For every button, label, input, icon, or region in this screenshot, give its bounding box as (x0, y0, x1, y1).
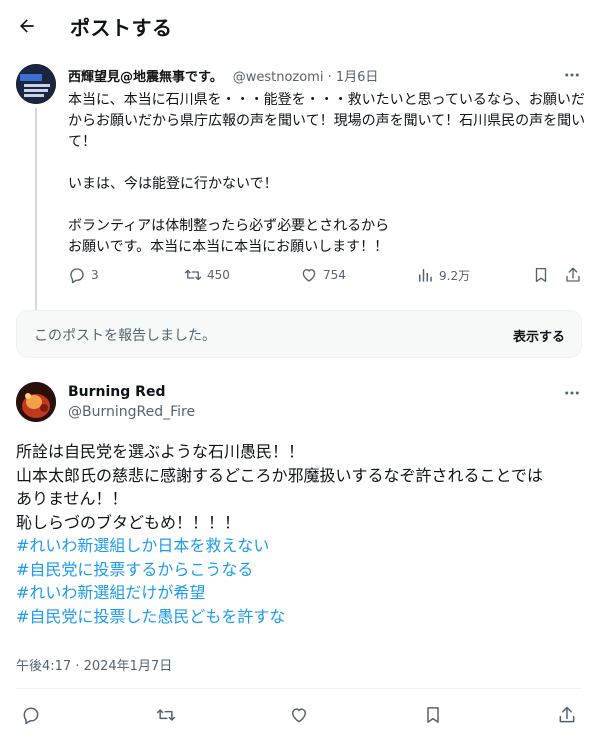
author-handle[interactable]: @westnozomi · 1月6日 (233, 66, 379, 85)
share-icon (566, 267, 580, 282)
reported-notice: このポストを報告しました。 表示する (16, 310, 582, 358)
show-button[interactable]: 表示する (513, 326, 565, 345)
views-count: 9.2万 (439, 268, 471, 283)
post-timestamp[interactable]: 午後4:17 · 2024年1月7日 (16, 655, 172, 674)
author-name[interactable]: Burning Red (68, 384, 165, 400)
share-icon (559, 706, 575, 723)
page-title: ポストする (70, 16, 173, 40)
bookmark-button[interactable] (532, 266, 550, 284)
repost-count: 450 (207, 268, 230, 282)
avatar[interactable] (16, 382, 56, 422)
notice-text: このポストを報告しました。 (34, 328, 216, 344)
reply-button[interactable]: 3 (68, 266, 99, 284)
hashtag-link[interactable]: #自民党に投票した愚民どもを許すな (16, 605, 586, 629)
like-button[interactable]: 754 (300, 266, 346, 284)
post-line: 所詮は自民党を選ぶような石川愚民！！ (16, 442, 305, 461)
like-button[interactable] (286, 702, 312, 728)
hashtag-link[interactable]: #れいわ新選組しか日本を救えない (16, 534, 586, 558)
back-button[interactable] (10, 9, 44, 43)
repost-button[interactable]: 450 (184, 266, 230, 284)
post-actions: 3 450 754 9.2万 (68, 266, 588, 290)
repost-icon (156, 709, 176, 721)
reply-icon (70, 268, 84, 284)
author-handle[interactable]: @BurningRed_Fire (68, 404, 195, 420)
post-actions (0, 702, 599, 730)
like-icon (302, 269, 316, 282)
reply-icon (23, 707, 39, 725)
post-header: 西輝望見@地震無事です。 @westnozomi · 1月6日 (68, 66, 378, 85)
repost-button[interactable] (153, 702, 179, 728)
more-button[interactable] (560, 66, 584, 84)
post-text: 本当に、本当に石川県を・・・能登を・・・救いたいと思っているなら、お願いだからお… (68, 92, 586, 255)
more-icon (565, 73, 579, 77)
like-count: 754 (323, 268, 346, 282)
divider (16, 688, 582, 689)
post-text: 所詮は自民党を選ぶような石川愚民！！ 山本太郎氏の慈悲に感謝するどころか邪魔扱い… (16, 440, 586, 628)
bookmark-icon (535, 267, 547, 283)
more-button[interactable] (560, 384, 584, 402)
bookmark-button[interactable] (420, 702, 446, 728)
hashtag-link[interactable]: #れいわ新選組だけが希望 (16, 581, 586, 605)
views-button[interactable]: 9.2万 (416, 266, 470, 284)
like-icon (292, 708, 306, 723)
views-icon (419, 269, 432, 282)
post-line: 山本太郎氏の慈悲に感謝するどころか邪魔扱いするなぞ許されることでは (16, 465, 544, 485)
repost-icon (184, 269, 202, 281)
back-arrow-icon (20, 19, 34, 33)
hashtag-link[interactable]: #自民党に投票するからこうなる (16, 558, 586, 582)
author-name[interactable]: 西輝望見@地震無事です。 (68, 66, 223, 85)
share-button[interactable] (564, 266, 582, 284)
reply-count: 3 (91, 268, 99, 282)
post-line: ありません！！ (16, 489, 128, 508)
share-button[interactable] (554, 702, 580, 728)
reply-button[interactable] (18, 702, 44, 728)
post-line: 恥しらづのブタどもめ！！！！ (16, 512, 241, 532)
top-bar: ポストする (0, 0, 599, 53)
more-icon (565, 391, 579, 395)
avatar[interactable] (16, 64, 56, 104)
bookmark-icon (427, 707, 439, 723)
